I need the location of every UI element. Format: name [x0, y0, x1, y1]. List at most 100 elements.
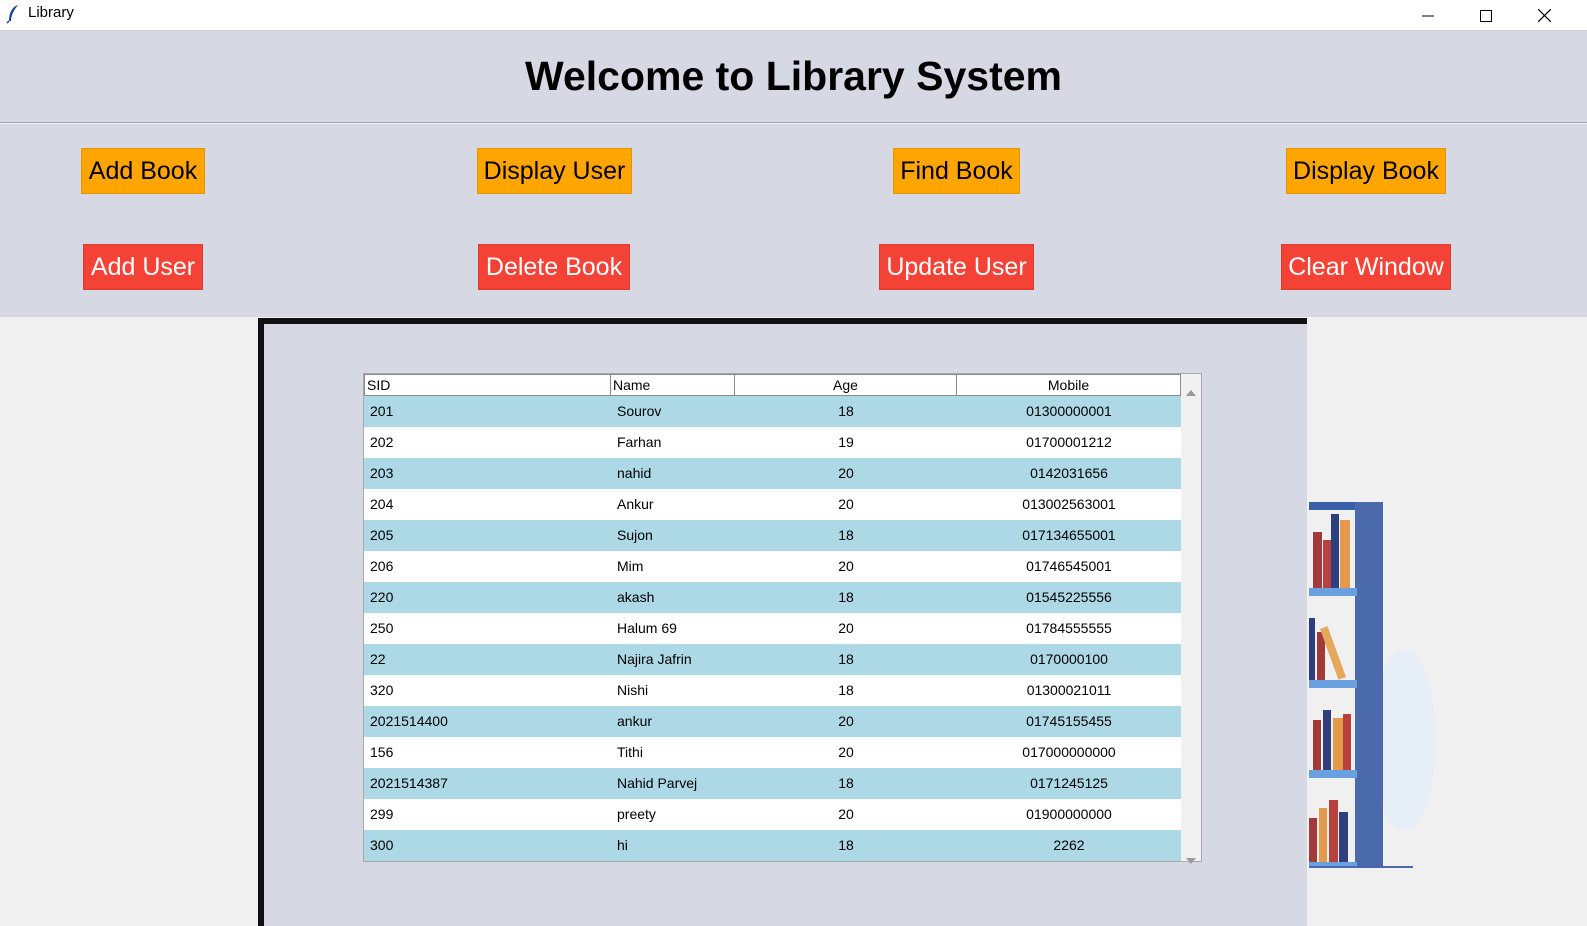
- cell-name: Sourov: [617, 403, 662, 419]
- cell-mobile: 013002563001: [1022, 496, 1116, 512]
- column-header-name[interactable]: Name: [611, 374, 735, 396]
- cell-age: 20: [838, 496, 854, 512]
- cell-sid: 250: [370, 620, 394, 636]
- cell-mobile: 01300000001: [1026, 403, 1112, 419]
- cell-mobile: 01745155455: [1026, 713, 1112, 729]
- cell-age: 18: [838, 651, 854, 667]
- cell-age: 18: [838, 682, 854, 698]
- cell-name: akash: [617, 589, 655, 605]
- find-book-button[interactable]: Find Book: [893, 148, 1020, 194]
- feather-icon: [6, 4, 20, 24]
- cell-sid: 220: [370, 589, 394, 605]
- cell-age: 18: [838, 775, 854, 791]
- cell-sid: 2021514387: [370, 775, 448, 791]
- table-row[interactable]: 22 Najira Jafrin 18 0170000100: [364, 644, 1181, 675]
- cell-name: Sujon: [617, 527, 653, 543]
- cell-mobile: 01300021011: [1026, 682, 1112, 698]
- add-book-button[interactable]: Add Book: [81, 148, 205, 194]
- cell-sid: 205: [370, 527, 394, 543]
- table-row[interactable]: 205 Sujon 18 017134655001: [364, 520, 1181, 551]
- column-header-sid[interactable]: SID: [364, 374, 611, 396]
- close-icon: [1537, 9, 1551, 22]
- header-panel: Welcome to Library System: [0, 31, 1587, 123]
- delete-book-button[interactable]: Delete Book: [478, 244, 630, 290]
- cell-name: Tithi: [617, 744, 643, 760]
- table-row[interactable]: 220 akash 18 01545225556: [364, 582, 1181, 613]
- table-header: SID Name Age Mobile: [364, 374, 1181, 396]
- window-titlebar: Library: [0, 0, 1587, 31]
- cell-sid: 156: [370, 744, 394, 760]
- minimize-button[interactable]: [1399, 0, 1457, 31]
- cell-age: 20: [838, 558, 854, 574]
- cell-mobile: 0142031656: [1030, 465, 1108, 481]
- cell-name: Halum 69: [617, 620, 677, 636]
- minimize-icon: [1422, 10, 1434, 22]
- cell-age: 18: [838, 403, 854, 419]
- cell-name: hi: [617, 837, 628, 853]
- table-row[interactable]: 156 Tithi 20 017000000000: [364, 737, 1181, 768]
- cell-sid: 299: [370, 806, 394, 822]
- scroll-up-icon[interactable]: [1186, 381, 1196, 400]
- table-row[interactable]: 206 Mim 20 01746545001: [364, 551, 1181, 582]
- cell-age: 20: [838, 744, 854, 760]
- maximize-button[interactable]: [1457, 0, 1515, 31]
- cell-name: nahid: [617, 465, 652, 481]
- display-user-button[interactable]: Display User: [477, 148, 632, 194]
- cell-name: Najira Jafrin: [617, 651, 692, 667]
- cell-mobile: 01746545001: [1026, 558, 1112, 574]
- vertical-scrollbar[interactable]: [1181, 374, 1201, 864]
- cell-name: Nishi: [617, 682, 649, 698]
- display-book-button[interactable]: Display Book: [1286, 148, 1446, 194]
- scroll-down-icon[interactable]: [1186, 849, 1196, 868]
- cell-name: Ankur: [617, 496, 654, 512]
- cell-sid: 206: [370, 558, 394, 574]
- cell-mobile: 0170000100: [1030, 651, 1108, 667]
- table-row[interactable]: 204 Ankur 20 013002563001: [364, 489, 1181, 520]
- cell-age: 20: [838, 713, 854, 729]
- cell-age: 20: [838, 620, 854, 636]
- window-title: Library: [28, 4, 74, 21]
- column-header-age[interactable]: Age: [735, 374, 957, 396]
- cell-sid: 22: [370, 651, 386, 667]
- cell-name: preety: [617, 806, 656, 822]
- cell-mobile: 2262: [1053, 837, 1085, 853]
- bookshelf-illustration: [1309, 500, 1439, 872]
- cell-age: 18: [838, 527, 854, 543]
- clear-window-button[interactable]: Clear Window: [1281, 244, 1451, 290]
- cell-name: Nahid Parvej: [617, 775, 698, 791]
- cell-sid: 300: [370, 837, 394, 853]
- cell-mobile: 01700001212: [1026, 434, 1112, 450]
- cell-sid: 204: [370, 496, 394, 512]
- cell-age: 18: [838, 837, 854, 853]
- table-row[interactable]: 2021514387 Nahid Parvej 18 0171245125: [364, 768, 1181, 799]
- table-row[interactable]: 2021514400 ankur 20 01745155455: [364, 706, 1181, 737]
- cell-mobile: 01784555555: [1026, 620, 1112, 636]
- cell-name: Farhan: [617, 434, 662, 450]
- table-row[interactable]: 202 Farhan 19 01700001212: [364, 427, 1181, 458]
- table-row[interactable]: 250 Halum 69 20 01784555555: [364, 613, 1181, 644]
- cell-mobile: 017134655001: [1022, 527, 1116, 543]
- cell-mobile: 0171245125: [1030, 775, 1108, 791]
- update-user-button[interactable]: Update User: [879, 244, 1034, 290]
- cell-age: 20: [838, 806, 854, 822]
- cell-mobile: 01900000000: [1026, 806, 1112, 822]
- cell-mobile: 017000000000: [1022, 744, 1116, 760]
- table-row[interactable]: 299 preety 20 01900000000: [364, 799, 1181, 830]
- table-row[interactable]: 300 hi 18 2262: [364, 830, 1181, 861]
- close-button[interactable]: [1515, 0, 1573, 31]
- cell-sid: 2021514400: [370, 713, 448, 729]
- cell-sid: 202: [370, 434, 394, 450]
- user-table[interactable]: SID Name Age Mobile 201 Sourov 18 013000000…: [363, 373, 1202, 864]
- table-row[interactable]: 320 Nishi 18 01300021011: [364, 675, 1181, 706]
- cell-sid: 201: [370, 403, 394, 419]
- maximize-icon: [1480, 9, 1492, 22]
- column-header-mobile[interactable]: Mobile: [957, 374, 1181, 396]
- add-user-button[interactable]: Add User: [83, 244, 203, 290]
- table-row[interactable]: 201 Sourov 18 01300000001: [364, 396, 1181, 427]
- button-panel: Add Book Display User Find Book Display …: [0, 124, 1587, 317]
- cell-name: ankur: [617, 713, 653, 729]
- cell-sid: 320: [370, 682, 394, 698]
- table-row[interactable]: 203 nahid 20 0142031656: [364, 458, 1181, 489]
- page-title: Welcome to Library System: [525, 53, 1062, 99]
- table-body: 201 Sourov 18 01300000001 202 Farhan 19 0170000…: [364, 396, 1181, 861]
